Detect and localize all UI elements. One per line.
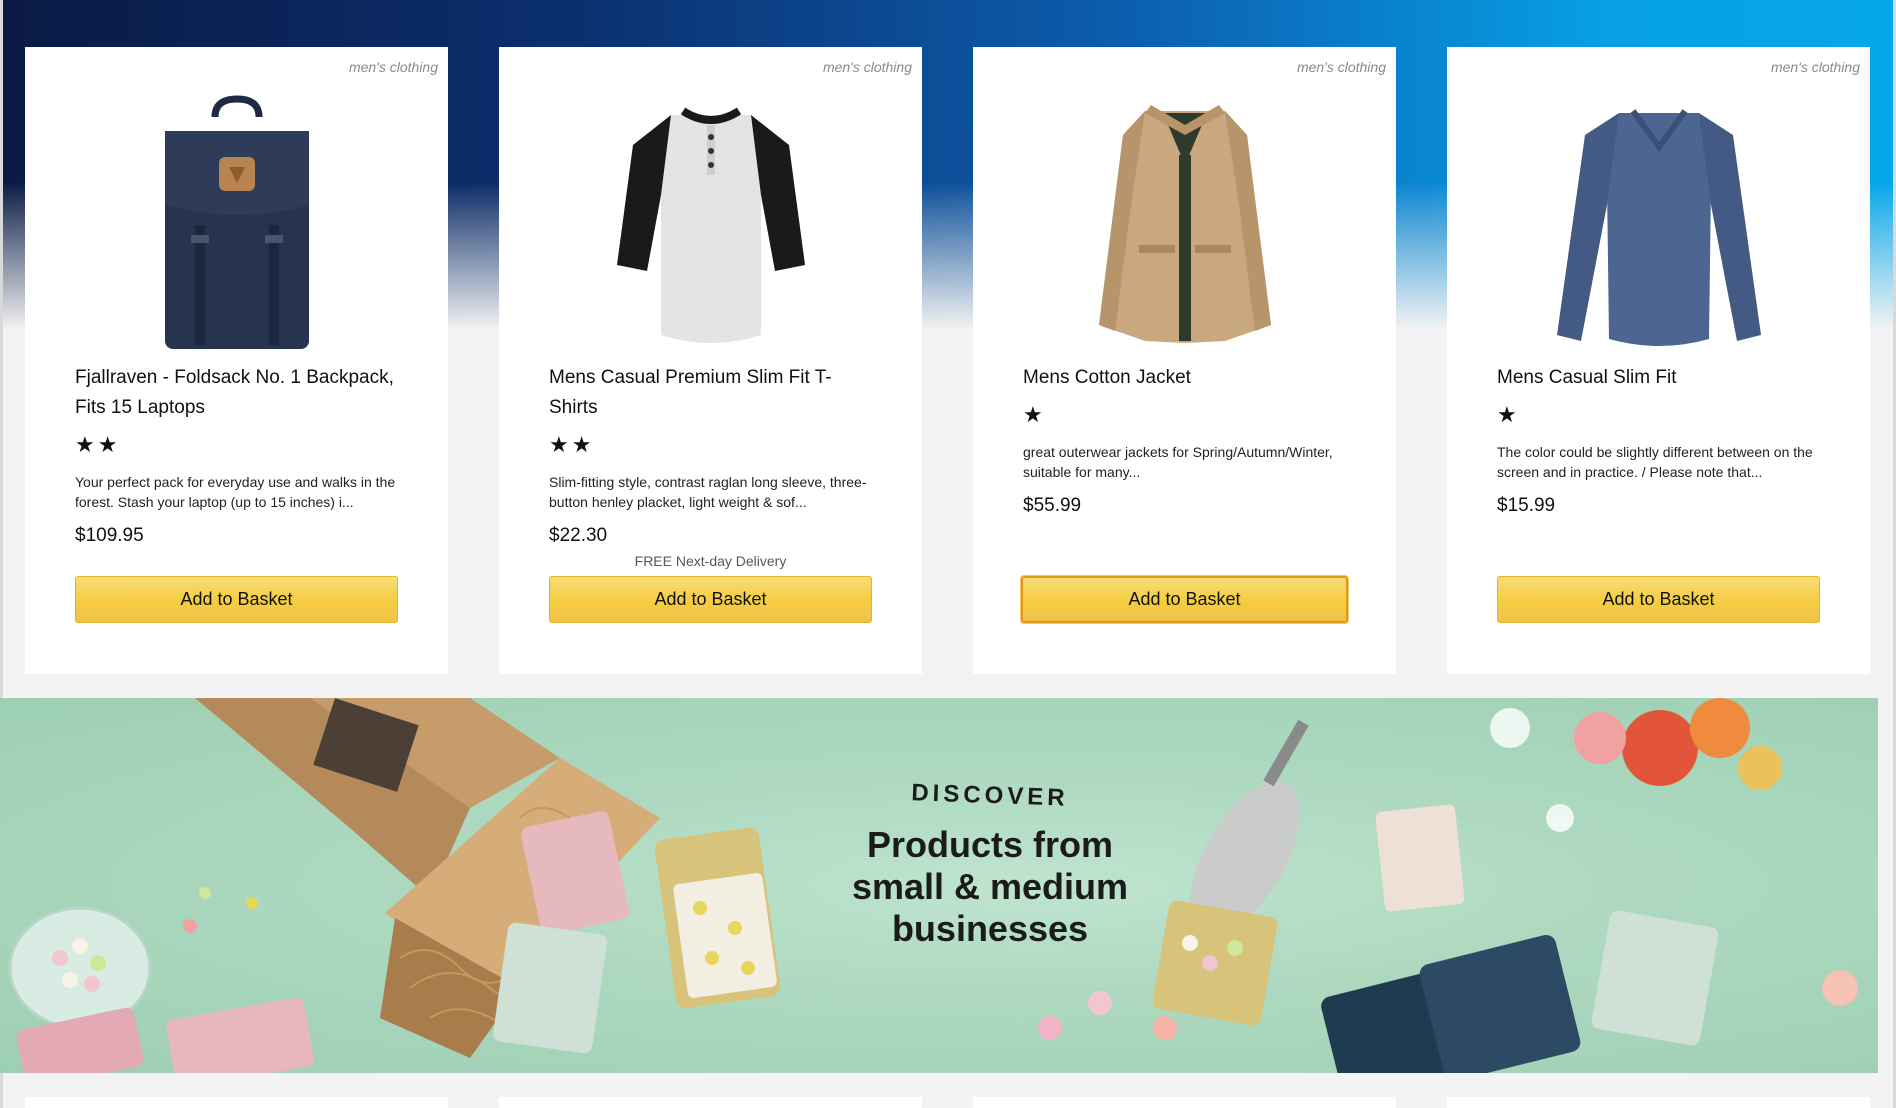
product-price: $55.99 — [1023, 495, 1082, 516]
product-category: men's clothing — [348, 59, 438, 75]
product-description: Your perfect pack for everyday use and w… — [75, 474, 396, 510]
product-category: men's clothing — [822, 59, 912, 75]
add-to-basket-button[interactable]: Add to Basket — [1497, 576, 1820, 623]
product-description: Slim-fitting style, contrast raglan long… — [549, 474, 867, 510]
next-row-card-edge — [1447, 1097, 1870, 1108]
product-price: $15.99 — [1497, 495, 1556, 516]
banner-kicker: DISCOVER — [910, 779, 1070, 812]
product-card: men's clothing Mens Cotton Jacket ★ grea… — [973, 47, 1396, 674]
product-card: men's clothing Mens Casual Premium Slim … — [499, 47, 922, 674]
product-price: $22.30 — [549, 525, 608, 546]
promo-banner[interactable]: DISCOVER Products from small & medium bu… — [0, 698, 1878, 1073]
product-image[interactable] — [549, 92, 872, 357]
star-rating: ★★ — [75, 432, 121, 457]
product-card: men's clothing Fjallraven - Foldsack No.… — [25, 47, 448, 674]
banner-copy: DISCOVER Products from small & medium bu… — [835, 779, 1145, 950]
banner-headline: Products from small & medium businesses — [851, 824, 1129, 949]
product-image[interactable] — [1023, 92, 1346, 357]
raglan-shirt-icon — [616, 107, 805, 343]
star-rating: ★★ — [549, 432, 595, 457]
product-image[interactable] — [1497, 92, 1820, 357]
product-title[interactable]: Mens Casual Slim Fit — [1497, 363, 1827, 393]
product-title[interactable]: Fjallraven - Foldsack No. 1 Backpack, Fi… — [75, 363, 405, 423]
product-image[interactable] — [75, 92, 398, 357]
product-grid: men's clothing Fjallraven - Foldsack No.… — [25, 47, 1871, 674]
add-to-basket-button[interactable]: Add to Basket — [1021, 576, 1348, 623]
star-rating: ★ — [1023, 402, 1046, 427]
product-title[interactable]: Mens Casual Premium Slim Fit T-Shirts — [549, 363, 879, 423]
jacket-icon — [1098, 104, 1271, 343]
add-to-basket-button[interactable]: Add to Basket — [549, 576, 872, 623]
star-rating: ★ — [1497, 402, 1520, 427]
add-to-basket-button[interactable]: Add to Basket — [75, 576, 398, 623]
delivery-note: FREE Next-day Delivery — [634, 553, 787, 569]
next-row-card-edge — [499, 1097, 922, 1108]
backpack-icon — [164, 94, 309, 349]
product-description: The color could be slightly different be… — [1497, 444, 1813, 480]
product-title[interactable]: Mens Cotton Jacket — [1023, 363, 1353, 393]
product-category: men's clothing — [1296, 59, 1386, 75]
product-card: men's clothing Mens Casual Slim Fit ★ Th… — [1447, 47, 1870, 674]
next-row-card-edge — [973, 1097, 1396, 1108]
product-price: $109.95 — [75, 525, 144, 546]
long-sleeve-shirt-icon — [1556, 108, 1761, 346]
next-row-card-edge — [25, 1097, 448, 1108]
product-description: great outerwear jackets for Spring/Autum… — [1023, 444, 1333, 480]
product-category: men's clothing — [1770, 59, 1860, 75]
